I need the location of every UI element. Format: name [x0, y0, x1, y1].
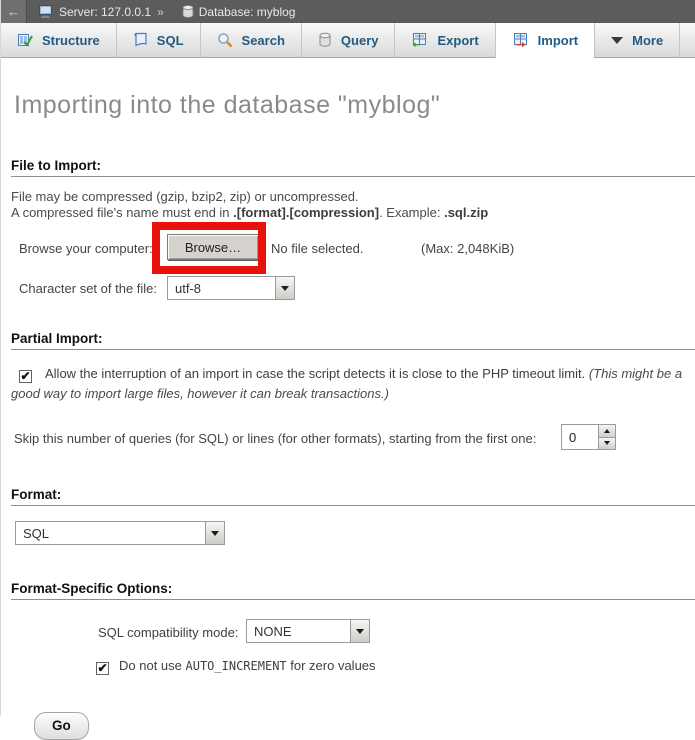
breadcrumb-separator: »	[157, 5, 164, 19]
browse-button[interactable]: Browse…	[167, 234, 259, 260]
query-icon	[318, 32, 332, 48]
max-size-text: (Max: 2,048KiB)	[421, 241, 514, 256]
format-row: SQL	[1, 521, 695, 546]
tab-search[interactable]: Search	[201, 23, 302, 57]
auto-increment-checkbox[interactable]: ✔	[96, 662, 109, 675]
tab-label: Import	[538, 33, 578, 48]
chevron-down-icon	[611, 37, 623, 44]
charset-select[interactable]: utf-8	[167, 276, 295, 300]
charset-label: Character set of the file:	[19, 281, 157, 296]
back-arrow-icon[interactable]: ←	[1, 0, 27, 23]
format-selected-value: SQL	[16, 522, 205, 544]
search-icon	[217, 32, 233, 48]
skip-queries-stepper[interactable]: 0	[561, 424, 616, 450]
section-file-to-import: File to Import:	[11, 158, 695, 177]
tab-label: More	[632, 33, 663, 48]
tab-label: Structure	[42, 33, 100, 48]
allow-interrupt-checkbox[interactable]: ✔	[19, 370, 32, 383]
file-upload-row: Browse your computer: Browse… No file se…	[1, 234, 695, 264]
no-file-text: No file selected.	[271, 241, 364, 256]
sql-compat-selected-value: NONE	[247, 620, 350, 642]
tab-label: Export	[437, 33, 478, 48]
skip-queries-value[interactable]: 0	[562, 425, 598, 449]
allow-interrupt-row: ✔ Allow the interruption of an import in …	[1, 364, 687, 404]
tab-import[interactable]: Import	[496, 23, 595, 57]
skip-queries-label: Skip this number of queries (for SQL) or…	[14, 431, 536, 446]
tab-label: Search	[242, 33, 285, 48]
tab-query[interactable]: Query	[302, 23, 396, 57]
allow-interrupt-label: Allow the interruption of an import in c…	[45, 366, 589, 381]
tab-structure[interactable]: Structure	[1, 23, 117, 57]
chevron-down-icon[interactable]	[205, 522, 224, 544]
section-format-specific-options: Format-Specific Options:	[11, 581, 695, 600]
skip-queries-row: Skip this number of queries (for SQL) or…	[1, 424, 695, 451]
go-button[interactable]: Go	[34, 712, 89, 740]
import-icon	[512, 32, 529, 48]
tab-export[interactable]: Export	[395, 23, 495, 57]
tab-more[interactable]: More	[595, 23, 680, 57]
breadcrumb-database[interactable]: Database: myblog	[199, 5, 296, 19]
section-partial-import: Partial Import:	[11, 331, 695, 350]
sql-compat-row: SQL compatibility mode: NONE	[1, 619, 695, 645]
section-format: Format:	[11, 487, 695, 506]
breadcrumb: ← Server: 127.0.0.1 » Database: myblog	[1, 0, 695, 23]
chevron-down-icon[interactable]	[350, 620, 369, 642]
sql-compat-select[interactable]: NONE	[246, 619, 370, 643]
import-page: Importing into the database "myblog" Fil…	[1, 91, 695, 740]
breadcrumb-server[interactable]: Server: 127.0.0.1	[59, 5, 151, 19]
format-select[interactable]: SQL	[15, 521, 225, 545]
structure-icon	[17, 32, 33, 48]
auto-increment-label: Do not use AUTO_INCREMENT for zero value…	[119, 658, 376, 673]
server-icon	[39, 5, 54, 18]
database-icon	[182, 5, 194, 18]
chevron-down-icon[interactable]	[275, 277, 294, 299]
stepper-up-button[interactable]	[599, 425, 615, 438]
compression-info: File may be compressed (gzip, bzip2, zip…	[11, 189, 685, 221]
tab-bar: Structure SQL Search Query	[1, 23, 695, 58]
auto-increment-row: ✔ Do not use AUTO_INCREMENT for zero valu…	[96, 658, 695, 675]
tab-label: Query	[341, 33, 379, 48]
tab-sql[interactable]: SQL	[117, 23, 201, 57]
sql-icon	[133, 32, 148, 48]
export-icon	[411, 32, 428, 48]
browse-label: Browse your computer:	[19, 241, 153, 256]
sql-compat-label: SQL compatibility mode:	[98, 625, 238, 640]
stepper-down-button[interactable]	[599, 438, 615, 450]
page-title: Importing into the database "myblog"	[14, 91, 695, 120]
tab-label: SQL	[157, 33, 184, 48]
charset-selected-value: utf-8	[168, 277, 275, 299]
charset-row: Character set of the file: utf-8	[1, 276, 695, 301]
